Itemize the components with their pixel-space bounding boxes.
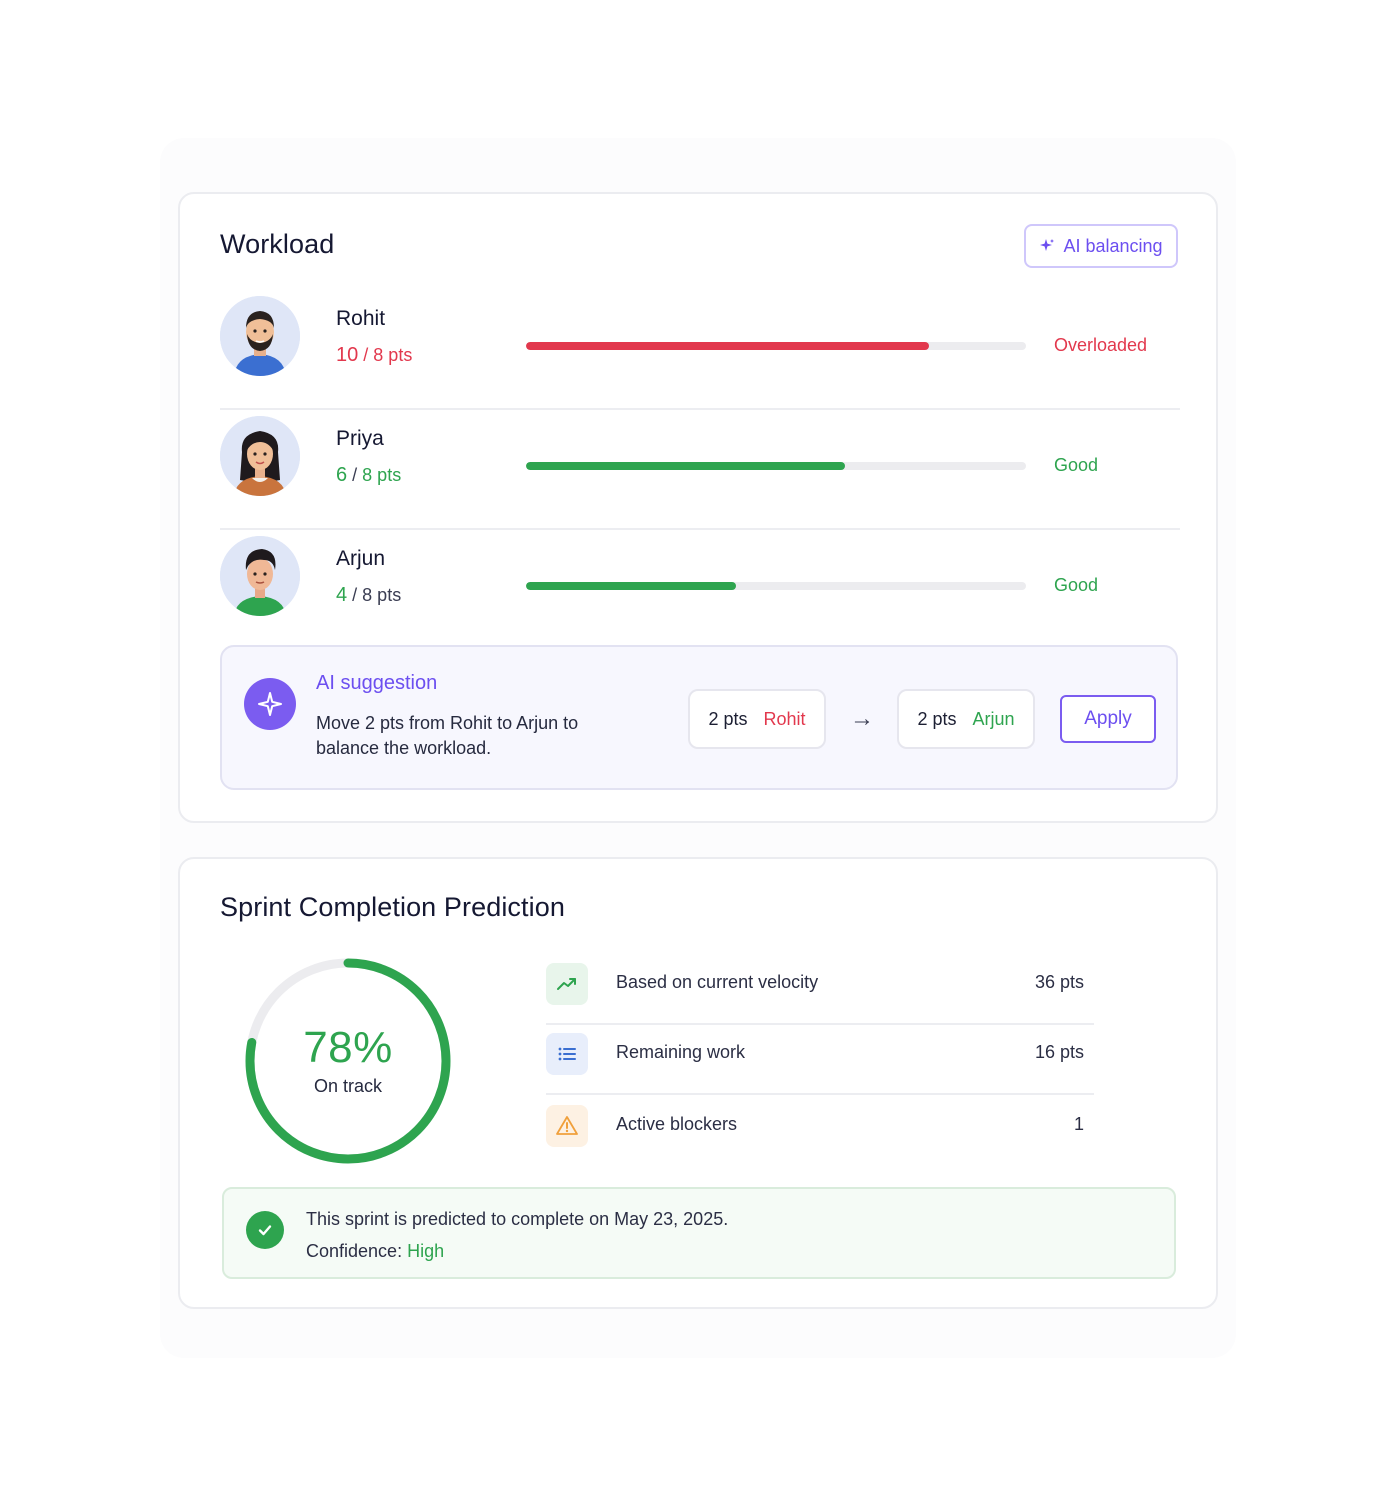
transfer-from-points: 2 pts <box>708 708 748 729</box>
member-row-rohit: Rohit 10 / 8 pts Overloaded <box>220 292 1180 410</box>
stat-row-blockers: Active blockers 1 <box>546 1097 1094 1167</box>
ai-suggestion-panel: AI suggestion Move 2 pts from Rohit to A… <box>220 645 1178 790</box>
stat-row-remaining: Remaining work 16 pts <box>546 1025 1094 1095</box>
member-points: 4 / 8 pts <box>336 584 401 607</box>
list-icon <box>546 1033 588 1075</box>
stat-value: 16 pts <box>1034 1042 1084 1062</box>
stat-row-velocity: Based on current velocity 36 pts <box>546 955 1094 1025</box>
workload-title: Workload <box>220 229 335 259</box>
avatar-rohit <box>220 296 300 376</box>
apply-button[interactable]: Apply <box>1060 695 1156 743</box>
prediction-banner: This sprint is predicted to complete on … <box>222 1187 1176 1279</box>
workload-bar <box>526 582 1026 590</box>
stat-label: Based on current velocity <box>616 972 819 992</box>
transfer-to-chip: 2 pts Arjun <box>897 689 1035 749</box>
workload-bar-fill <box>526 462 845 470</box>
check-circle-icon <box>246 1211 284 1249</box>
member-points-current: 10 <box>336 344 359 366</box>
stat-value: 36 pts <box>1034 972 1084 992</box>
ai-suggestion-text: Move 2 pts from Rohit to Arjun to balanc… <box>316 713 579 758</box>
confidence-line: Confidence: High <box>306 1241 444 1262</box>
sparkle-icon <box>1040 239 1055 251</box>
member-points-capacity: 8 pts <box>362 585 402 605</box>
trending-up-icon <box>546 963 588 1005</box>
member-points: 10 / 8 pts <box>336 344 412 367</box>
completion-status: On track <box>313 1076 383 1096</box>
member-points-capacity: 8 pts <box>373 345 413 365</box>
stat-value: 1 <box>1073 1114 1084 1134</box>
member-row-priya: Priya 6 / 8 pts Good <box>220 412 1180 530</box>
confidence-label: Confidence: <box>306 1241 403 1261</box>
warning-icon <box>546 1105 588 1147</box>
member-status: Good <box>1054 575 1099 595</box>
confidence-value: High <box>407 1241 445 1261</box>
ai-sparkle-icon <box>244 678 296 730</box>
ai-balancing-label: AI balancing <box>1063 235 1163 256</box>
points-separator: / <box>352 585 358 605</box>
member-name: Priya <box>336 427 384 450</box>
member-name: Rohit <box>336 307 386 330</box>
sprint-title: Sprint Completion Prediction <box>220 892 565 922</box>
stat-label: Remaining work <box>616 1042 746 1062</box>
member-status: Good <box>1054 455 1099 475</box>
transfer-to-points: 2 pts <box>917 708 957 729</box>
sprint-prediction-card: Sprint Completion Prediction 78% On trac… <box>178 857 1218 1309</box>
workload-card: Workload AI balancing Rohit 10 / 8 pts O… <box>178 192 1218 823</box>
workload-bar <box>526 342 1026 350</box>
arrow-right-icon: → <box>850 705 874 732</box>
prediction-text: This sprint is predicted to complete on … <box>306 1209 729 1229</box>
member-points-capacity: 8 pts <box>362 465 402 485</box>
completion-percent: 78% <box>303 1023 393 1072</box>
avatar-priya <box>220 416 300 496</box>
workload-bar-fill <box>526 342 929 350</box>
member-name: Arjun <box>336 547 386 570</box>
workload-bar <box>526 462 1026 470</box>
completion-ring: 78% On track <box>242 955 454 1167</box>
member-points-current: 4 <box>336 584 348 606</box>
member-points-current: 6 <box>336 464 348 486</box>
member-row-arjun: Arjun 4 / 8 pts Good <box>220 532 1180 650</box>
ai-balancing-button[interactable]: AI balancing <box>1024 224 1178 268</box>
points-separator: / <box>363 345 369 365</box>
ai-suggestion-title: AI suggestion <box>316 672 438 694</box>
stat-label: Active blockers <box>616 1114 738 1134</box>
transfer-from-name: Rohit <box>763 708 806 729</box>
member-points: 6 / 8 pts <box>336 464 401 487</box>
member-status: Overloaded <box>1054 335 1148 355</box>
points-separator: / <box>352 465 358 485</box>
transfer-to-name: Arjun <box>972 708 1015 729</box>
avatar-arjun <box>220 536 300 616</box>
workload-bar-fill <box>526 582 736 590</box>
transfer-from-chip: 2 pts Rohit <box>688 689 826 749</box>
